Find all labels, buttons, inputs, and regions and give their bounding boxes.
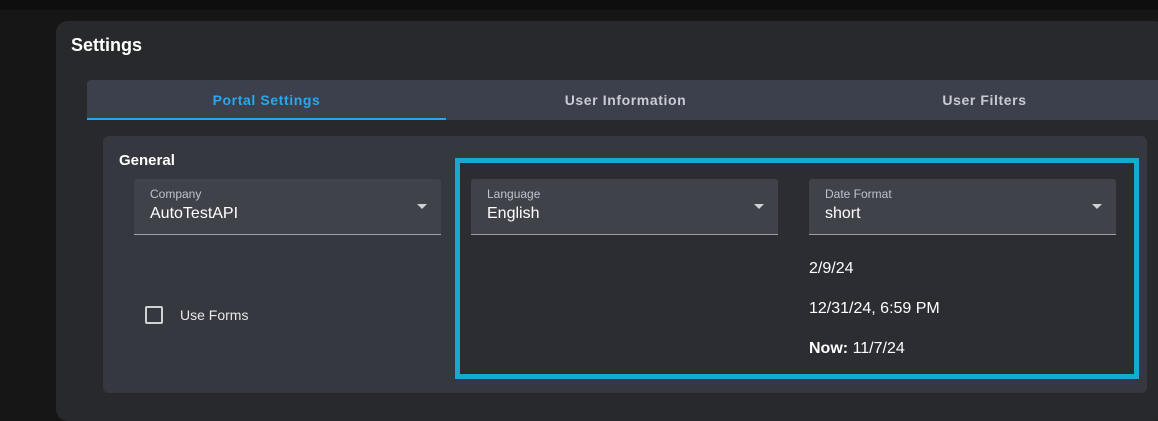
date-example-now: Now: 11/7/24 <box>809 340 905 358</box>
use-forms-option[interactable]: Use Forms <box>145 306 248 324</box>
use-forms-label: Use Forms <box>180 307 249 323</box>
page-title: Settings <box>71 35 143 55</box>
date-example-short: 2/9/24 <box>809 260 854 277</box>
language-select-label: Language <box>487 187 541 201</box>
company-select[interactable]: Company AutoTestAPI <box>134 179 441 235</box>
section-title-general: General <box>119 152 175 169</box>
tab-user-filters[interactable]: User Filters <box>805 80 1158 120</box>
language-select-value: English <box>487 205 540 222</box>
tab-bar: Portal Settings User Information User Fi… <box>87 80 1158 120</box>
top-bar <box>0 0 1158 10</box>
now-value: 11/7/24 <box>852 340 905 357</box>
tab-portal-settings[interactable]: Portal Settings <box>87 80 446 120</box>
now-label: Now: <box>809 340 849 357</box>
company-select-value: AutoTestAPI <box>150 205 239 222</box>
chevron-down-icon <box>417 204 427 209</box>
date-format-select[interactable]: Date Format short <box>809 179 1116 235</box>
company-select-label: Company <box>150 187 202 201</box>
language-select[interactable]: Language English <box>471 179 778 235</box>
tab-user-information[interactable]: User Information <box>446 80 805 120</box>
chevron-down-icon <box>754 204 764 209</box>
checkbox-unchecked-icon[interactable] <box>145 306 163 324</box>
date-format-select-label: Date Format <box>825 187 892 201</box>
date-format-select-value: short <box>825 205 861 222</box>
date-example-datetime: 12/31/24, 6:59 PM <box>809 300 940 317</box>
chevron-down-icon <box>1092 204 1102 209</box>
